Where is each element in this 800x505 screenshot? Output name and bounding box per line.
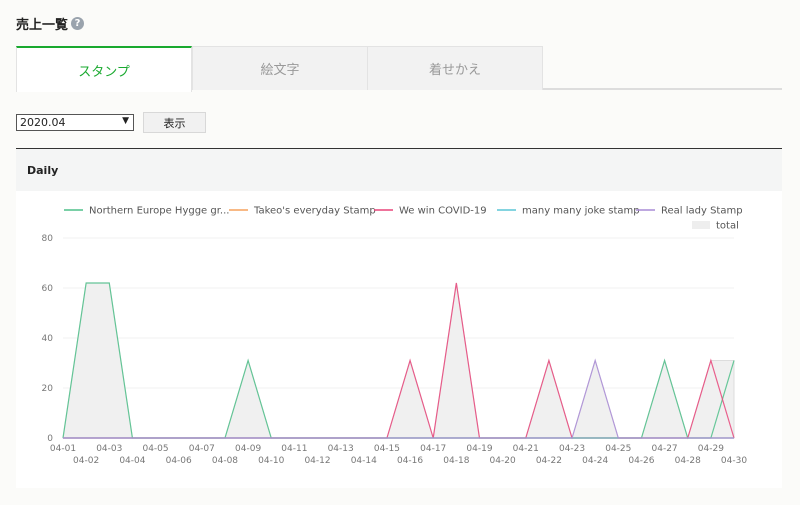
tab-themes[interactable]: 着せかえ [367, 46, 543, 90]
month-select[interactable]: 2020.04 ▼ [16, 114, 134, 131]
x-tick-label: 04-02 [73, 456, 99, 466]
x-tick-label: 04-03 [96, 444, 122, 454]
legend-label: Takeo's everyday Stamp [253, 206, 376, 217]
x-tick-label: 04-04 [119, 456, 145, 466]
x-tick-label: 04-08 [212, 456, 238, 466]
x-tick-label: 04-13 [328, 444, 354, 454]
x-tick-label: 04-10 [258, 456, 284, 466]
x-tick-label: 04-14 [351, 456, 377, 466]
x-tick-label: 04-12 [304, 456, 330, 466]
x-tick-label: 04-28 [675, 456, 701, 466]
x-tick-label: 04-11 [281, 444, 307, 454]
x-tick-label: 04-25 [605, 444, 631, 454]
chevron-down-icon: ▼ [122, 116, 129, 126]
x-tick-label: 04-22 [536, 456, 562, 466]
tab-bar: スタンプ 絵文字 着せかえ [16, 46, 782, 92]
x-tick-label: 04-17 [420, 444, 446, 454]
y-tick-label: 20 [42, 384, 54, 394]
x-tick-label: 04-26 [628, 456, 654, 466]
x-tick-label: 04-29 [698, 444, 724, 454]
y-tick-label: 80 [42, 234, 54, 244]
filter-controls: 2020.04 ▼ 表示 [16, 112, 206, 133]
x-tick-label: 04-05 [142, 444, 168, 454]
tab-stamps[interactable]: スタンプ [16, 46, 192, 92]
legend-label: We win COVID-19 [399, 206, 487, 217]
tab-emoji[interactable]: 絵文字 [192, 46, 368, 90]
x-tick-label: 04-21 [513, 444, 539, 454]
x-tick-label: 04-06 [166, 456, 192, 466]
x-tick-label: 04-20 [490, 456, 516, 466]
x-tick-label: 04-01 [50, 444, 76, 454]
legend-swatch-total [692, 221, 710, 229]
page-header: 売上一覧 ? [16, 14, 85, 33]
x-tick-label: 04-07 [189, 444, 215, 454]
x-tick-label: 04-30 [721, 456, 747, 466]
x-tick-label: 04-27 [652, 444, 678, 454]
x-tick-label: 04-16 [397, 456, 423, 466]
x-tick-label: 04-24 [582, 456, 608, 466]
y-tick-label: 40 [42, 334, 54, 344]
daily-sales-chart: 0 20 40 60 80 04-01 04-02 04-03 04-04 04-05 04-06 0… [42, 206, 748, 467]
daily-panel: Daily 0 20 40 60 80 04-01 04-02 04-03 04-04 04-05… [16, 148, 782, 488]
x-tick-label: 04-18 [443, 456, 469, 466]
month-select-value: 2020.04 [20, 116, 66, 129]
x-tick-label: 04-19 [466, 444, 492, 454]
y-tick-label: 60 [42, 284, 54, 294]
series-total-area [62, 282, 735, 440]
legend-label: many many joke stamp [522, 206, 640, 217]
legend-label: Northern Europe Hygge gr... [89, 206, 229, 217]
x-tick-label: 04-09 [235, 444, 261, 454]
x-tick-label: 04-15 [374, 444, 400, 454]
page-title: 売上一覧 [16, 17, 69, 33]
show-button[interactable]: 表示 [143, 112, 206, 133]
legend-label-total: total [716, 221, 739, 232]
legend-label: Real lady Stamp [661, 206, 743, 217]
x-tick-label: 04-23 [559, 444, 585, 454]
y-tick-label: 0 [47, 434, 53, 444]
help-icon[interactable]: ? [71, 16, 85, 30]
